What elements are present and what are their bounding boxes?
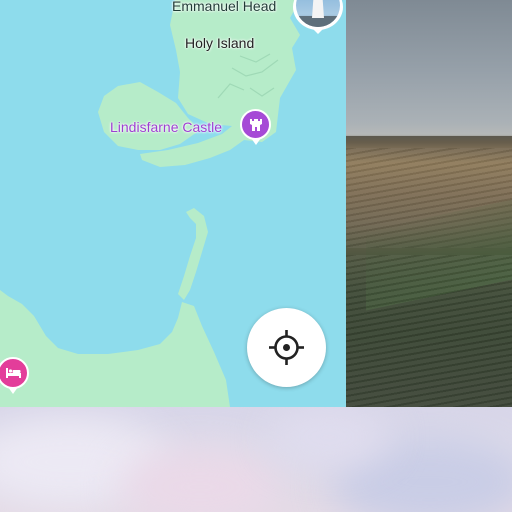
photo-foreground-texture: [346, 255, 512, 407]
app-root: Emmanuel Head Holy Island Lindisfarne Ca…: [0, 0, 512, 512]
castle-pin[interactable]: [240, 109, 271, 145]
street-photo-panel[interactable]: [346, 0, 512, 407]
blur-blob: [270, 407, 390, 467]
bottom-blurred-panel: [0, 407, 512, 512]
lighthouse-pin-tail: [311, 27, 325, 34]
map-view[interactable]: Emmanuel Head Holy Island Lindisfarne Ca…: [0, 0, 346, 407]
photo-horizon-hedge: [346, 136, 512, 148]
locate-me-button[interactable]: [247, 308, 326, 387]
lighthouse-photo-thumbnail: [296, 0, 340, 27]
label-holy-island[interactable]: Holy Island: [185, 35, 254, 51]
bed-icon: [6, 368, 21, 378]
castle-icon: [250, 119, 262, 131]
label-lindisfarne-castle[interactable]: Lindisfarne Castle: [110, 119, 222, 135]
crosshair-icon: [269, 330, 304, 365]
label-emmanuel-head[interactable]: Emmanuel Head: [172, 0, 276, 14]
